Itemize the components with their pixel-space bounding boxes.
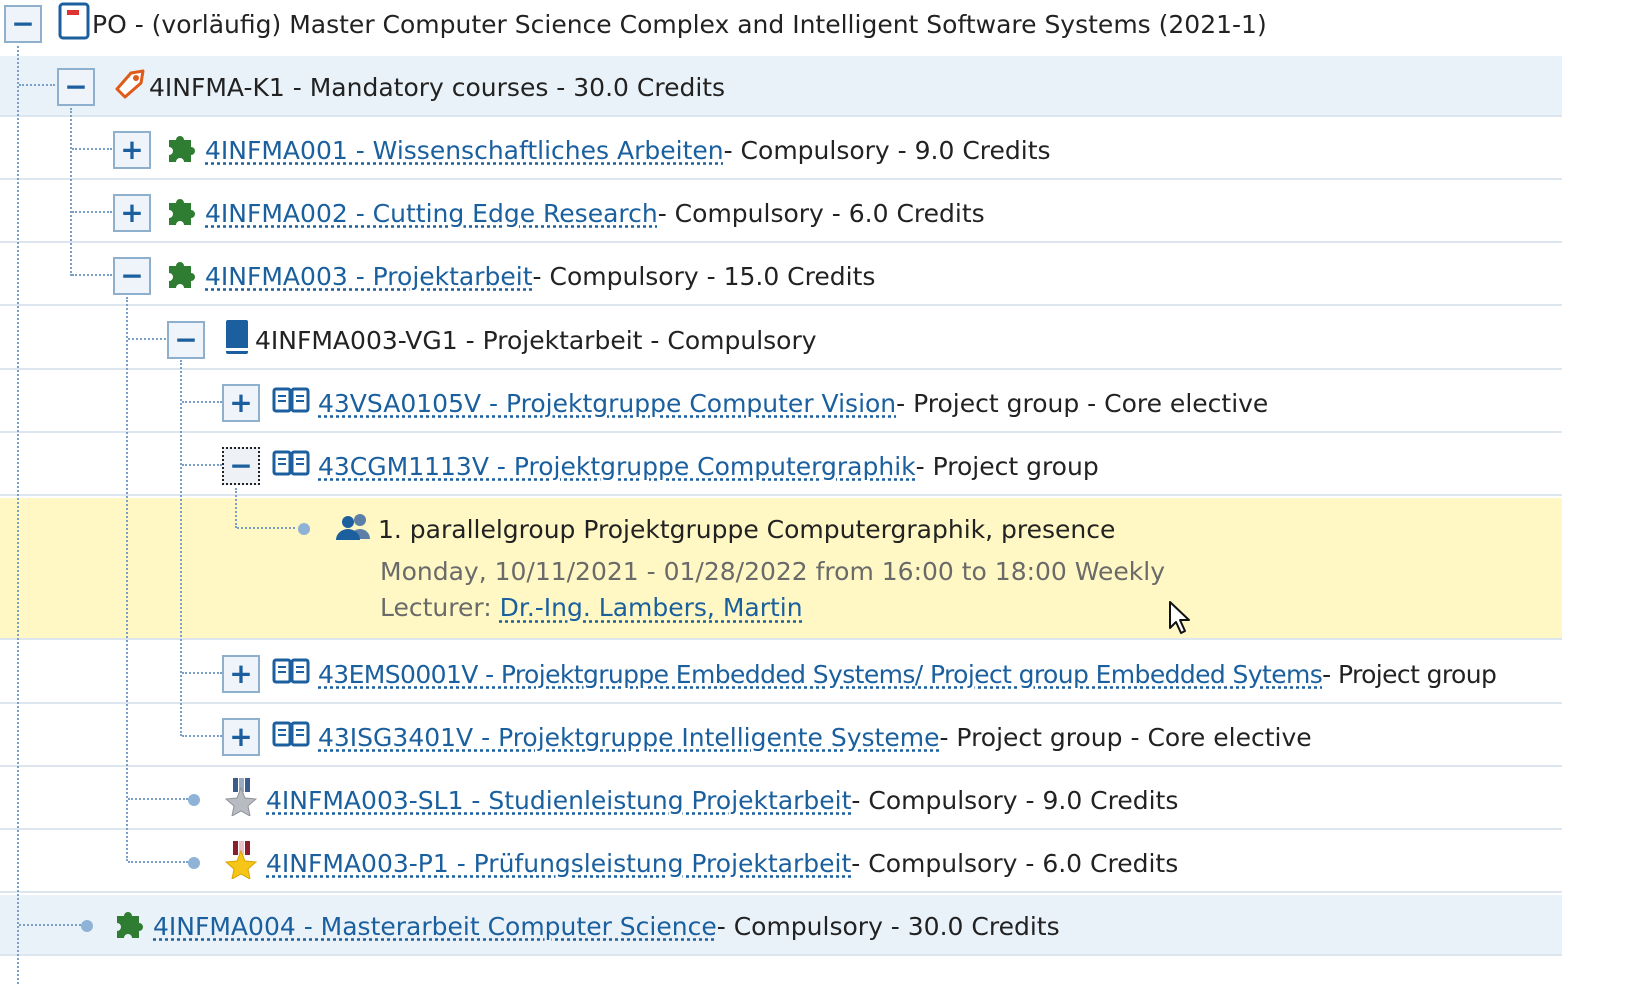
tree-connector xyxy=(17,46,19,984)
tree-node-p1: 4INFMA003-P1 - Prüfungsleistung Projekta… xyxy=(186,841,1179,885)
course-link-ems[interactable]: 43EMS0001V - Projektgruppe Embedded Syst… xyxy=(318,660,1323,689)
expand-button[interactable]: + xyxy=(113,131,151,169)
parallelgroup-title: 1. parallelgroup Projektgruppe Computerg… xyxy=(378,514,1116,544)
tree-node-sl1: 4INFMA003-SL1 - Studienleistung Projekta… xyxy=(186,778,1179,822)
module-details: - Compulsory - 9.0 Credits xyxy=(723,135,1051,165)
gold-medal-icon xyxy=(224,841,258,885)
course-details: - Project group - Core elective xyxy=(896,388,1269,418)
tree-connector xyxy=(182,672,222,674)
open-book-icon xyxy=(272,448,310,484)
expand-button[interactable]: + xyxy=(222,718,260,756)
module-link-m002[interactable]: 4INFMA002 - Cutting Edge Research xyxy=(205,199,658,228)
tree-connector xyxy=(70,108,72,276)
expand-button[interactable]: + xyxy=(222,384,260,422)
tree-connector xyxy=(182,735,222,737)
expand-button[interactable]: + xyxy=(222,655,260,693)
module-details: - Compulsory - 6.0 Credits xyxy=(657,198,985,228)
leaf-bullet xyxy=(188,794,200,806)
expand-button[interactable]: + xyxy=(113,194,151,232)
tree-connector xyxy=(182,401,222,403)
collapse-button[interactable]: − xyxy=(167,321,205,359)
tree-node-ems: + 43EMS0001V - Projektgruppe Embedded Sy… xyxy=(222,654,1497,694)
tree-connector xyxy=(72,211,112,213)
tree-node-cgm: − 43CGM1113V - Projektgruppe Computergra… xyxy=(222,446,1099,486)
book-icon xyxy=(223,318,251,362)
puzzle-icon xyxy=(163,193,197,233)
course-details: - Project group - Core elective xyxy=(939,722,1312,752)
achievement-link-sl1[interactable]: 4INFMA003-SL1 - Studienleistung Projekta… xyxy=(266,786,851,815)
leaf-bullet xyxy=(188,857,200,869)
leaf-bullet xyxy=(298,523,310,535)
tree-node-m002: + 4INFMA002 - Cutting Edge Research - Co… xyxy=(113,193,985,233)
tree-node-m003: − 4INFMA003 - Projektarbeit - Compulsory… xyxy=(113,256,875,296)
open-book-icon xyxy=(272,656,310,692)
module-link-m001[interactable]: 4INFMA001 - Wissenschaftliches Arbeiten xyxy=(205,136,724,165)
parallelgroup-schedule: Monday, 10/11/2021 - 01/28/2022 from 16:… xyxy=(380,557,1166,586)
tree-connector xyxy=(128,338,166,340)
k1-label: 4INFMA-K1 - Mandatory courses - 30.0 Cre… xyxy=(149,72,726,102)
tree-connector xyxy=(19,924,81,926)
course-details: - Project group xyxy=(1322,659,1497,689)
tree-node-vsa: + 43VSA0105V - Projektgruppe Computer Vi… xyxy=(222,383,1268,423)
tree-node-isg: + 43ISG3401V - Projektgruppe Intelligent… xyxy=(222,717,1312,757)
collapse-button[interactable]: − xyxy=(4,5,42,43)
tree-node-root: − PO - (vorläufig) Master Computer Scien… xyxy=(4,2,1267,46)
collapse-button[interactable]: − xyxy=(113,257,151,295)
tree-connector xyxy=(237,527,295,529)
tree-connector xyxy=(72,274,112,276)
study-plan-icon xyxy=(58,2,90,46)
achievement-details: - Compulsory - 9.0 Credits xyxy=(851,785,1179,815)
course-link-cgm[interactable]: 43CGM1113V - Projektgruppe Computergraph… xyxy=(318,452,916,481)
parallelgroup-lecturer: Lecturer: Dr.-Ing. Lambers, Martin xyxy=(380,593,803,622)
tree-connector xyxy=(128,861,188,863)
collapse-button[interactable]: − xyxy=(57,68,95,106)
module-link-m004[interactable]: 4INFMA004 - Masterarbeit Computer Scienc… xyxy=(153,912,717,941)
achievement-link-p1[interactable]: 4INFMA003-P1 - Prüfungsleistung Projekta… xyxy=(266,849,851,878)
lecturer-label: Lecturer: xyxy=(380,593,500,622)
tree-node-parallelgroup: 1. parallelgroup Projektgruppe Computerg… xyxy=(296,509,1115,549)
tree-connector xyxy=(235,488,237,528)
collapse-button[interactable]: − xyxy=(222,447,260,485)
tree-connector xyxy=(182,464,222,466)
vg1-label: 4INFMA003-VG1 - Projektarbeit - Compulso… xyxy=(255,325,817,355)
course-link-vsa[interactable]: 43VSA0105V - Projektgruppe Computer Visi… xyxy=(318,389,896,418)
module-link-m003[interactable]: 4INFMA003 - Projektarbeit xyxy=(205,262,533,291)
tag-icon xyxy=(113,67,147,107)
tree-connector xyxy=(128,798,188,800)
mouse-cursor-icon xyxy=(1168,600,1194,640)
tree-node-k1: − 4INFMA-K1 - Mandatory courses - 30.0 C… xyxy=(57,67,725,107)
tree-connector xyxy=(126,297,128,861)
tree-node-vg1: − 4INFMA003-VG1 - Projektarbeit - Compul… xyxy=(167,320,817,360)
module-details: - Compulsory - 15.0 Credits xyxy=(532,261,876,291)
tree-node-m004: 4INFMA004 - Masterarbeit Computer Scienc… xyxy=(79,906,1060,946)
tree-node-m001: + 4INFMA001 - Wissenschaftliches Arbeite… xyxy=(113,130,1051,170)
tree-connector xyxy=(180,360,182,736)
tree-connector xyxy=(19,84,55,86)
puzzle-icon xyxy=(163,256,197,296)
course-link-isg[interactable]: 43ISG3401V - Projektgruppe Intelligente … xyxy=(318,723,939,752)
tree-connector xyxy=(72,148,112,150)
group-people-icon xyxy=(334,511,374,547)
puzzle-icon xyxy=(111,906,145,946)
leaf-bullet xyxy=(81,920,93,932)
puzzle-icon xyxy=(163,130,197,170)
lecturer-link[interactable]: Dr.-Ing. Lambers, Martin xyxy=(500,593,803,622)
silver-medal-icon xyxy=(224,778,258,822)
root-label: PO - (vorläufig) Master Computer Science… xyxy=(92,9,1267,39)
achievement-details: - Compulsory - 6.0 Credits xyxy=(851,848,1179,878)
open-book-icon xyxy=(272,385,310,421)
module-details: - Compulsory - 30.0 Credits xyxy=(716,911,1060,941)
course-details: - Project group xyxy=(915,451,1099,481)
open-book-icon xyxy=(272,719,310,755)
